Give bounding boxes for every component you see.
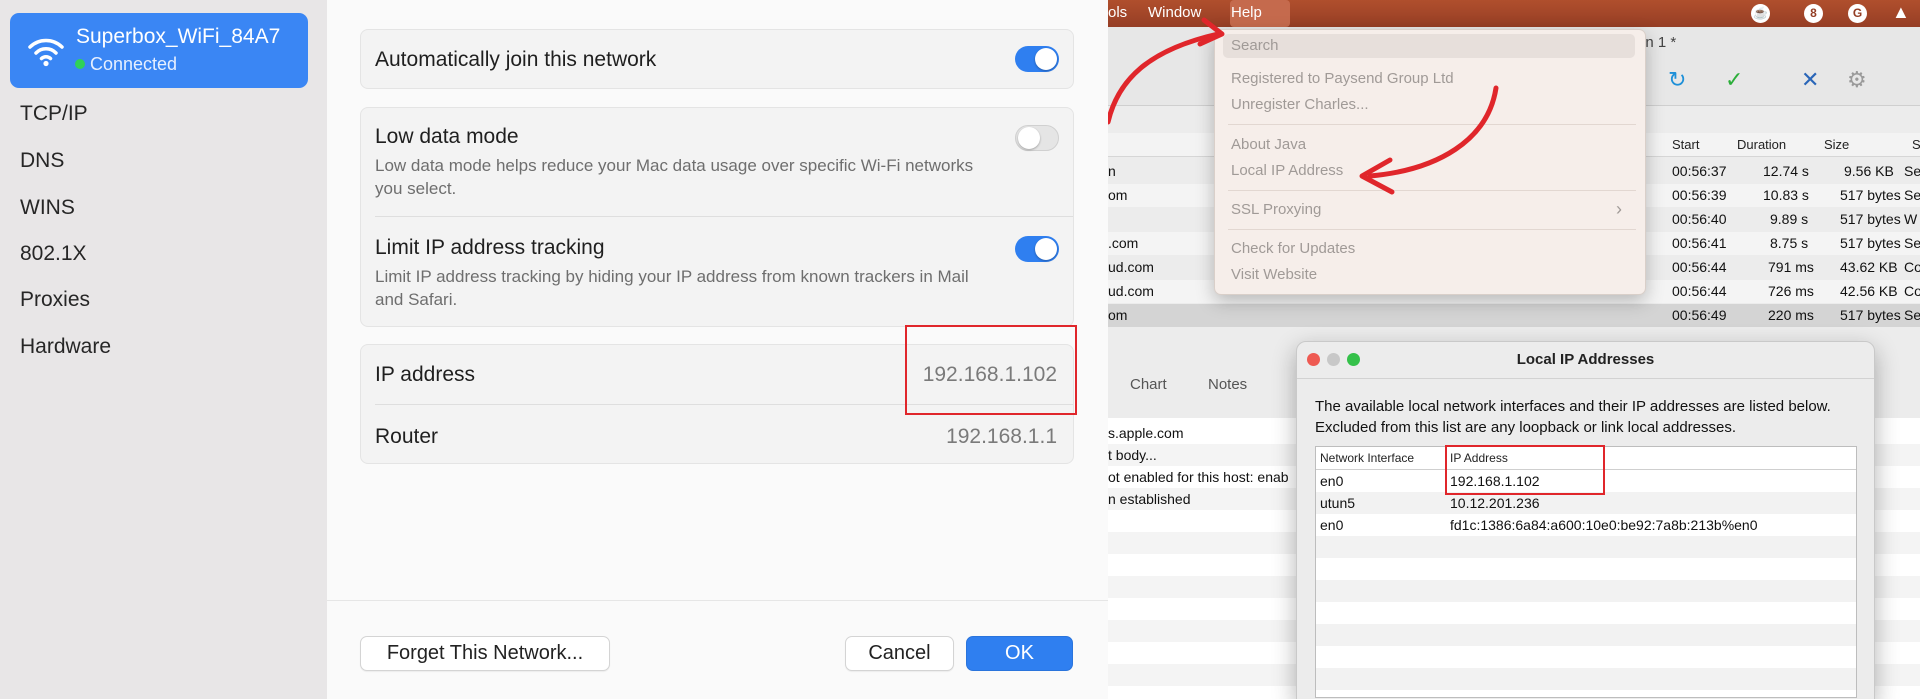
data-options-card: Low data mode Low data mode helps reduce…	[360, 107, 1074, 327]
network-selected-item[interactable]: Superbox_WiFi_84A7 Connected	[10, 13, 308, 88]
divider	[375, 216, 1073, 217]
sidebar-item-hardware[interactable]: Hardware	[20, 335, 111, 359]
sidebar-item-proxies[interactable]: Proxies	[20, 288, 90, 312]
ip-address-label: IP address	[375, 363, 476, 386]
settings-main: Automatically join this network Low data…	[327, 0, 1108, 600]
sidebar-item-tcpip[interactable]: TCP/IP	[20, 102, 88, 126]
sidebar-item-wins[interactable]: WINS	[20, 196, 75, 220]
network-status: Connected	[90, 54, 178, 74]
low-data-description: Low data mode helps reduce your Mac data…	[375, 156, 974, 198]
charles-window: ols Window Help ☕ 8 G ▲ on 1 * ↻ ✓ ✕ ⚙ S…	[1108, 0, 1920, 699]
arrow-head	[1197, 17, 1225, 47]
limit-ip-toggle[interactable]	[1015, 236, 1059, 262]
connected-dot-icon	[75, 59, 85, 69]
auto-join-card: Automatically join this network	[360, 29, 1074, 89]
router-value: 192.168.1.1	[946, 425, 1057, 448]
network-details-panel: Superbox_WiFi_84A7 Connected TCP/IP DNS …	[0, 0, 1108, 699]
sidebar: Superbox_WiFi_84A7 Connected TCP/IP DNS …	[0, 0, 327, 699]
low-data-toggle[interactable]	[1015, 125, 1059, 151]
limit-ip-label: Limit IP address tracking	[375, 236, 605, 259]
auto-join-toggle[interactable]	[1015, 46, 1059, 72]
sidebar-item-8021x[interactable]: 802.1X	[20, 242, 87, 266]
network-name: Superbox_WiFi_84A7	[76, 25, 281, 48]
sidebar-item-dns[interactable]: DNS	[20, 149, 64, 173]
ip-highlight-box	[905, 325, 1077, 415]
auto-join-label: Automatically join this network	[375, 48, 657, 71]
router-label: Router	[375, 425, 439, 448]
cancel-button[interactable]: Cancel	[845, 636, 954, 671]
low-data-label: Low data mode	[375, 125, 519, 148]
arrow-to-help	[1108, 31, 1221, 125]
annotation-arrows	[1108, 17, 1499, 195]
wifi-icon	[28, 38, 64, 67]
forget-network-button[interactable]: Forget This Network...	[360, 636, 610, 671]
ok-button[interactable]: OK	[966, 636, 1073, 671]
dialog-footer: Forget This Network... Cancel OK	[327, 600, 1108, 699]
limit-ip-description: Limit IP address tracking by hiding your…	[375, 267, 969, 309]
